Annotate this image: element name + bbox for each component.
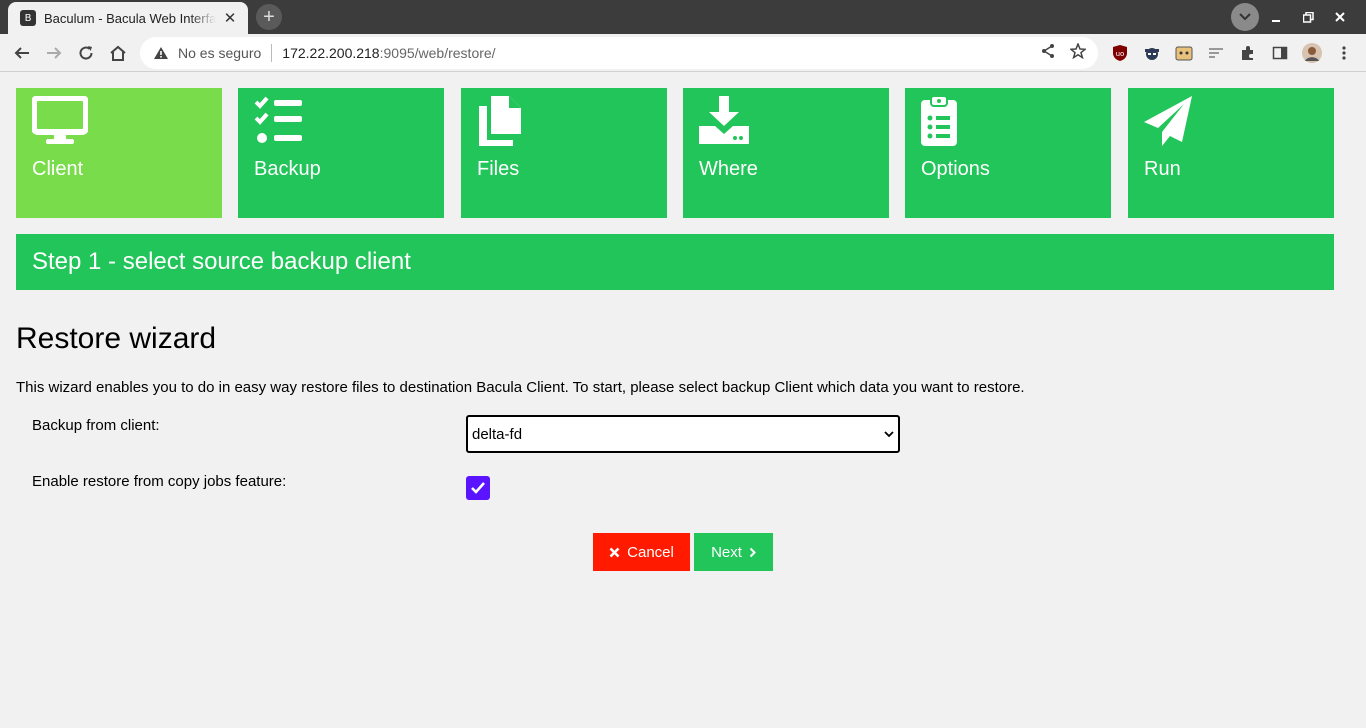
minimize-icon xyxy=(1272,20,1280,22)
spy-extension-icon[interactable] xyxy=(1140,41,1164,65)
back-button[interactable] xyxy=(8,39,36,67)
step-label: Run xyxy=(1144,158,1181,180)
checkmark-icon xyxy=(471,482,485,494)
step-label: Where xyxy=(699,158,758,180)
warning-icon[interactable] xyxy=(152,44,170,62)
clipboard-list-icon xyxy=(921,96,957,146)
new-tab-button[interactable]: + xyxy=(256,4,282,30)
copy-jobs-label: Enable restore from copy jobs feature: xyxy=(32,473,287,490)
cancel-button[interactable]: Cancel xyxy=(593,533,690,571)
checklist-icon xyxy=(254,96,302,143)
chevron-right-icon xyxy=(749,547,756,557)
step-where[interactable]: Where xyxy=(683,88,889,218)
cancel-label: Cancel xyxy=(627,543,674,561)
home-icon xyxy=(110,45,126,61)
step-banner: Step 1 - select source backup client xyxy=(16,234,1334,290)
reload-button[interactable] xyxy=(72,39,100,67)
next-button[interactable]: Next xyxy=(694,533,773,571)
close-icon[interactable]: ✕ xyxy=(222,10,238,27)
share-icon[interactable] xyxy=(1040,43,1056,59)
extensions-bar: uo xyxy=(1108,39,1356,67)
browser-toolbar: No es seguro 172.22.200.218:9095/web/res… xyxy=(0,34,1366,72)
close-window-icon xyxy=(1335,12,1345,22)
maximize-button[interactable] xyxy=(1292,0,1324,34)
browser-tab[interactable]: B Baculum - Bacula Web Interface ✕ xyxy=(8,2,248,34)
wizard-steps: Client Backup Files Where Options Run xyxy=(16,88,1334,218)
forward-button[interactable] xyxy=(40,39,68,67)
step-label: Backup xyxy=(254,158,321,180)
minimize-button[interactable] xyxy=(1260,0,1292,34)
profile-avatar-icon[interactable] xyxy=(1300,41,1324,65)
step-label: Client xyxy=(32,158,84,180)
page-title: Restore wizard xyxy=(16,322,217,355)
step-label: Files xyxy=(477,158,520,180)
copy-jobs-checkbox[interactable] xyxy=(466,476,490,500)
window-controls xyxy=(1260,0,1356,34)
close-window-button[interactable] xyxy=(1324,0,1356,34)
step-backup[interactable]: Backup xyxy=(238,88,444,218)
tab-title: Baculum - Bacula Web Interface xyxy=(44,10,216,26)
intro-text: This wizard enables you to do in easy wa… xyxy=(16,379,1025,396)
url-path: :9095/web/restore/ xyxy=(379,45,496,61)
puzzle-extensions-icon[interactable] xyxy=(1236,41,1260,65)
client-select[interactable]: delta-fd xyxy=(466,415,900,453)
download-drive-icon xyxy=(699,96,749,144)
step-label: Options xyxy=(921,158,990,180)
restore-window-icon xyxy=(1302,11,1314,23)
forward-arrow-icon xyxy=(47,47,62,59)
chevron-down-icon xyxy=(1239,13,1251,21)
client-field-label: Backup from client: xyxy=(32,417,160,434)
step-files[interactable]: Files xyxy=(461,88,667,218)
svg-text:uo: uo xyxy=(1116,50,1125,58)
address-bar[interactable]: No es seguro 172.22.200.218:9095/web/res… xyxy=(140,37,1098,69)
url-host: 172.22.200.218 xyxy=(282,45,380,61)
reload-icon xyxy=(79,46,93,60)
client-select-value: delta-fd xyxy=(472,425,523,443)
close-icon xyxy=(609,547,620,557)
next-label: Next xyxy=(711,543,742,561)
side-panel-icon[interactable] xyxy=(1268,41,1292,65)
home-button[interactable] xyxy=(104,39,132,67)
files-icon xyxy=(479,96,521,146)
reader-mode-icon[interactable] xyxy=(1204,41,1228,65)
step-options[interactable]: Options xyxy=(905,88,1111,218)
step-client[interactable]: Client xyxy=(16,88,222,218)
cat-extension-icon[interactable] xyxy=(1172,41,1196,65)
step-run[interactable]: Run xyxy=(1128,88,1334,218)
desktop-icon xyxy=(32,96,88,144)
tab-search-button[interactable] xyxy=(1231,3,1259,31)
address-actions xyxy=(1040,43,1086,59)
paper-plane-icon xyxy=(1144,96,1192,146)
browser-menu-icon[interactable] xyxy=(1332,41,1356,65)
ublock-icon[interactable]: uo xyxy=(1108,41,1132,65)
chevron-down-icon xyxy=(884,431,894,438)
back-arrow-icon xyxy=(14,47,29,59)
address-divider xyxy=(271,44,273,62)
bookmark-star-icon[interactable] xyxy=(1070,43,1086,59)
browser-tab-bar: B Baculum - Bacula Web Interface ✕ + xyxy=(0,0,1366,34)
baculum-favicon-icon: B xyxy=(20,10,36,26)
security-status[interactable]: No es seguro xyxy=(178,45,261,61)
